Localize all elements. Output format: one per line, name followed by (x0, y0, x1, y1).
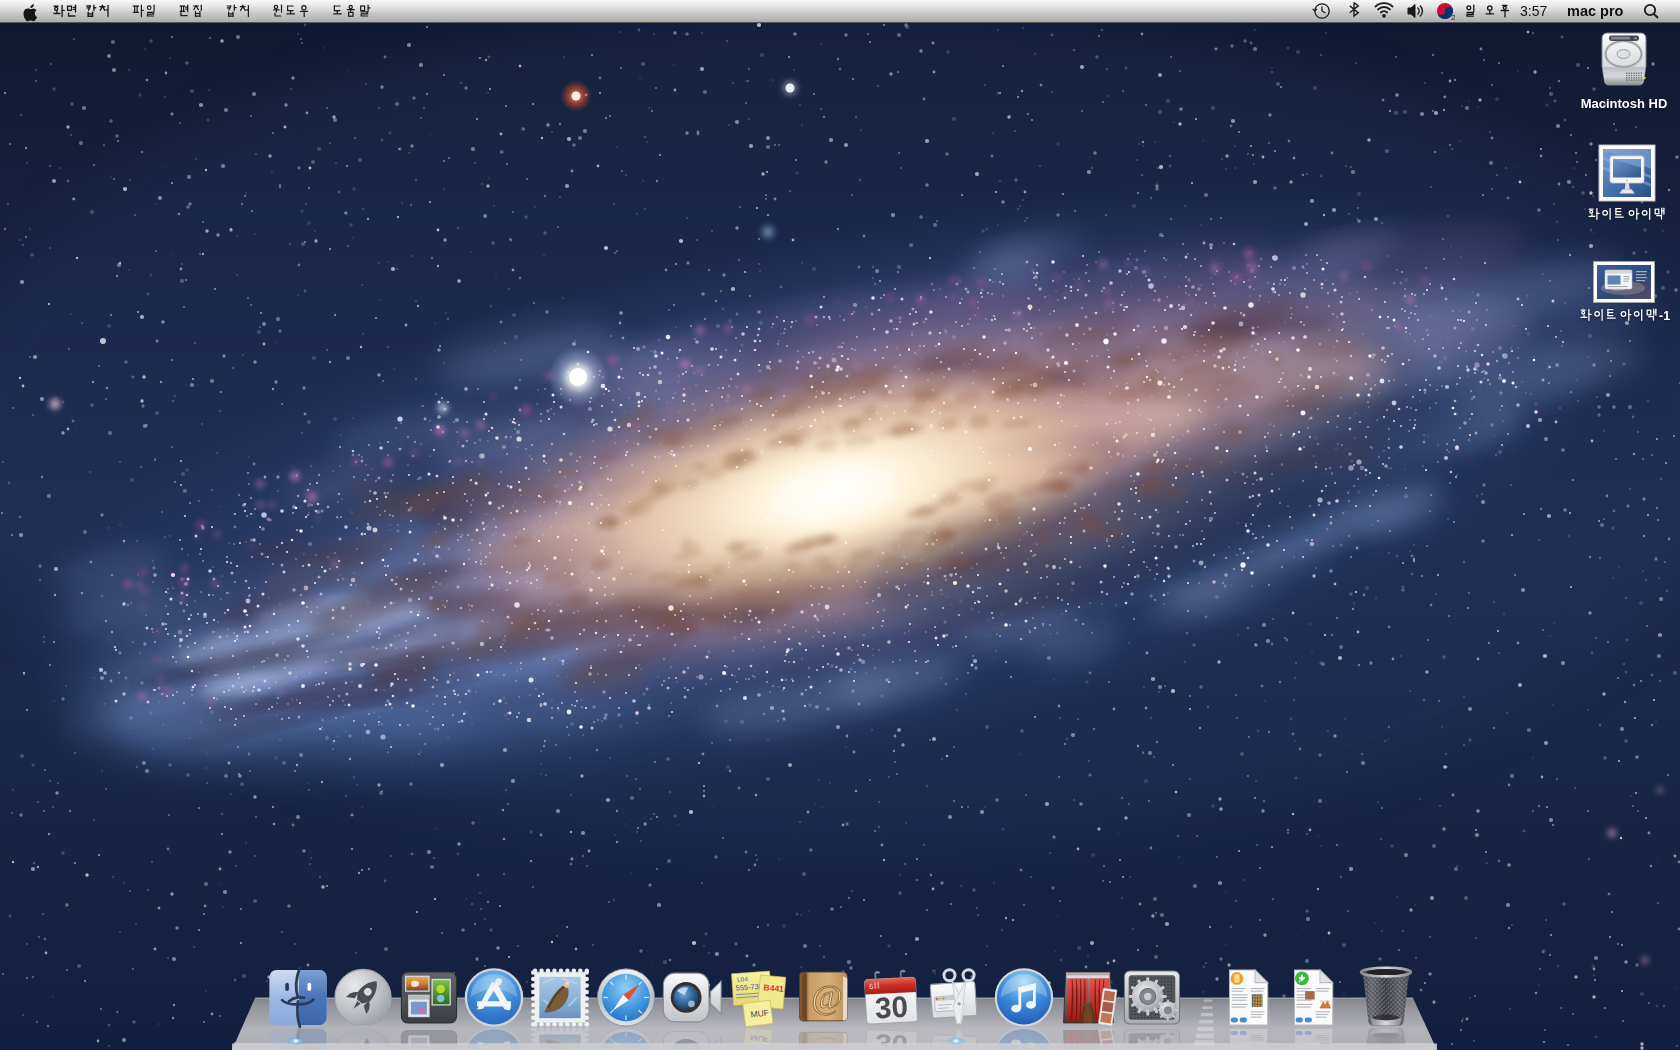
svg-text:@: @ (811, 978, 842, 1016)
svg-text:30: 30 (874, 990, 909, 1025)
svg-text:3:57: 3:57 (1520, 3, 1547, 19)
svg-text:mac pro: mac pro (1567, 3, 1624, 19)
svg-text:-1: -1 (1659, 309, 1670, 323)
svg-text:B441: B441 (763, 982, 784, 994)
svg-text:6: 6 (869, 982, 874, 991)
svg-text:2: 2 (1451, 13, 1456, 22)
